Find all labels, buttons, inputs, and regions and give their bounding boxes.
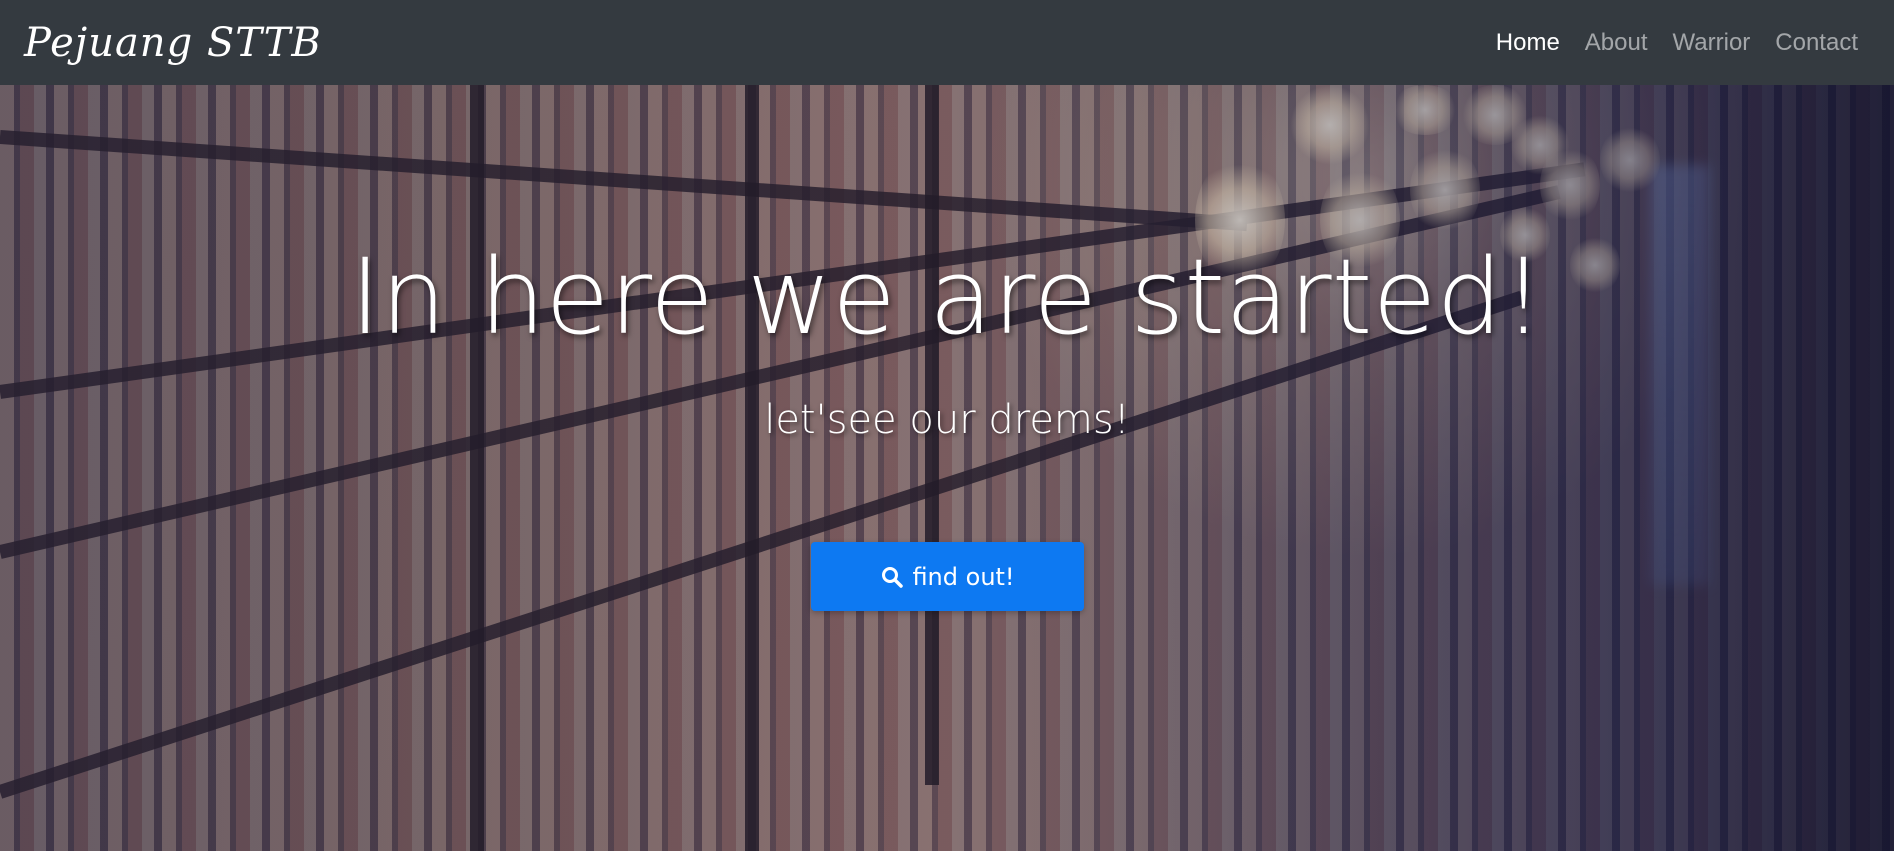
hero-subtitle: let'see our drems!: [764, 397, 1130, 443]
nav-links: Home About Warrior Contact: [1496, 29, 1858, 57]
brand-logo-link[interactable]: Pejuang STTB: [24, 20, 322, 66]
find-out-button-label: find out!: [912, 562, 1015, 591]
search-icon: [882, 566, 904, 588]
nav-link-home[interactable]: Home: [1496, 29, 1560, 57]
find-out-button[interactable]: find out!: [811, 542, 1084, 611]
hero-title: In here we are started!: [349, 236, 1545, 358]
nav-link-about[interactable]: About: [1585, 29, 1648, 57]
nav-link-contact[interactable]: Contact: [1775, 29, 1858, 57]
navbar: Pejuang STTB Home About Warrior Contact: [0, 0, 1894, 85]
nav-link-warrior[interactable]: Warrior: [1673, 29, 1751, 57]
hero-section: In here we are started! let'see our drem…: [0, 85, 1894, 851]
hero-content: In here we are started! let'see our drem…: [0, 85, 1894, 851]
